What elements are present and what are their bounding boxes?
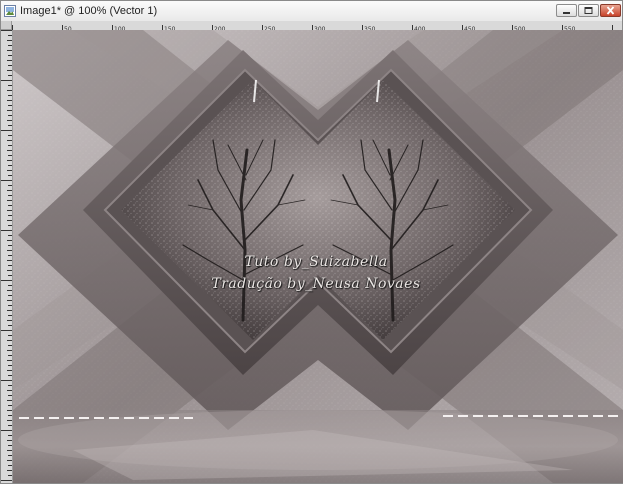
vertical-ruler-ticks (1, 30, 12, 481)
image-window: Image1* @ 100% (Vector 1) 50 100 150 200 250… (0, 0, 623, 484)
vertical-ruler[interactable] (1, 30, 13, 483)
maximize-button[interactable] (578, 4, 599, 17)
close-icon (606, 6, 615, 15)
credit-line-translation: Tradução by_Neusa Novaes (211, 276, 421, 292)
minimize-button[interactable] (556, 4, 577, 17)
ruler-corner (1, 21, 12, 30)
maximize-icon (584, 7, 593, 14)
credit-line-tutorial: Tuto by_Suizabella (244, 254, 388, 270)
image-document-icon (4, 4, 16, 17)
minimize-icon (563, 12, 570, 14)
window-title: Image1* @ 100% (Vector 1) (20, 5, 158, 17)
title-bar[interactable]: Image1* @ 100% (Vector 1) (1, 1, 622, 22)
close-button[interactable] (600, 4, 621, 17)
image-canvas[interactable]: Tuto by_Suizabella Tradução by_Neusa Nov… (13, 30, 623, 483)
